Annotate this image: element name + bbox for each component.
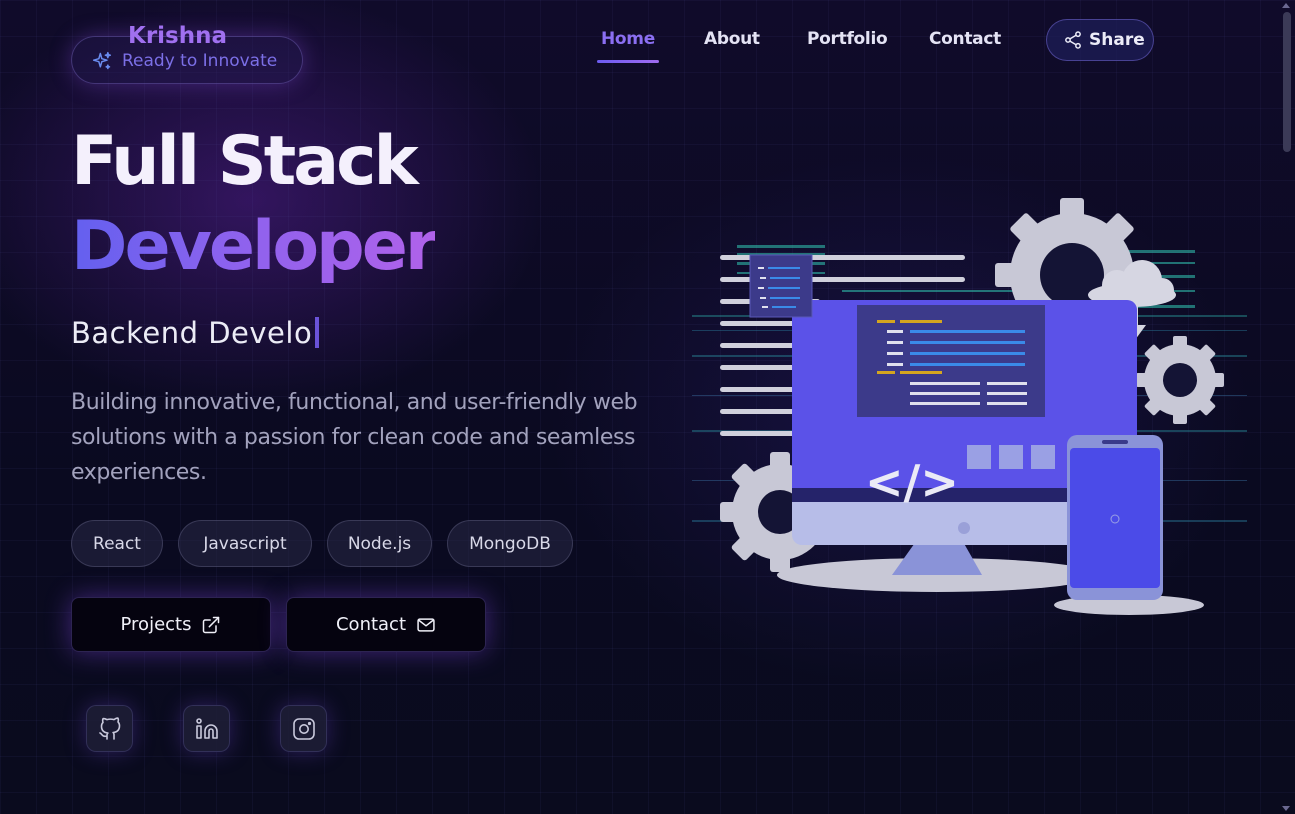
typing-text: Backend Develo <box>71 316 313 350</box>
hero-description: Building innovative, functional, and use… <box>71 390 638 485</box>
tech-tag-javascript: Javascript <box>178 520 312 567</box>
linkedin-icon <box>195 717 218 739</box>
contact-label: Contact <box>335 614 407 635</box>
external-link-icon <box>203 616 220 633</box>
hero-title-line2: Developer <box>71 207 438 286</box>
instagram-link[interactable] <box>280 705 327 752</box>
nav-portfolio[interactable]: Portfolio <box>807 29 888 49</box>
github-icon <box>98 716 120 740</box>
nav-about[interactable]: About <box>704 29 760 49</box>
projects-button[interactable]: Projects <box>71 597 271 652</box>
mail-icon <box>417 617 435 632</box>
share-label: Share <box>1089 30 1145 50</box>
nav-active-indicator <box>597 60 659 63</box>
contact-button[interactable]: Contact <box>286 597 486 652</box>
scrollbar[interactable] <box>1281 0 1293 814</box>
sparkles-icon <box>92 51 112 70</box>
brand-name: Krishna <box>128 23 228 49</box>
typing-role: Backend Develo <box>71 316 320 350</box>
code-symbol: </> <box>865 455 959 509</box>
github-link[interactable] <box>86 705 133 752</box>
typing-cursor <box>315 317 320 348</box>
scroll-thumb[interactable] <box>1283 12 1291 152</box>
linkedin-link[interactable] <box>183 705 230 752</box>
instagram-icon <box>292 717 315 740</box>
share-button[interactable]: Share <box>1046 19 1154 61</box>
tech-tag-react: React <box>71 520 163 567</box>
tech-tag-mongodb: MongoDB <box>447 520 573 567</box>
share-icon <box>1065 31 1081 49</box>
brand-tagline: Ready to Innovate <box>122 51 278 71</box>
scroll-up-arrow-icon[interactable] <box>1282 3 1290 8</box>
hero-title-line1: Full Stack <box>71 122 419 201</box>
developer-illustration: </> <box>692 198 1247 615</box>
projects-label: Projects <box>120 614 192 635</box>
scroll-down-arrow-icon[interactable] <box>1282 806 1290 811</box>
brand-logo[interactable]: Krishna Ready to Innovate <box>71 23 303 84</box>
nav-home[interactable]: Home <box>601 29 655 49</box>
tech-tag-nodejs: Node.js <box>327 520 432 567</box>
nav-contact[interactable]: Contact <box>929 29 1001 49</box>
